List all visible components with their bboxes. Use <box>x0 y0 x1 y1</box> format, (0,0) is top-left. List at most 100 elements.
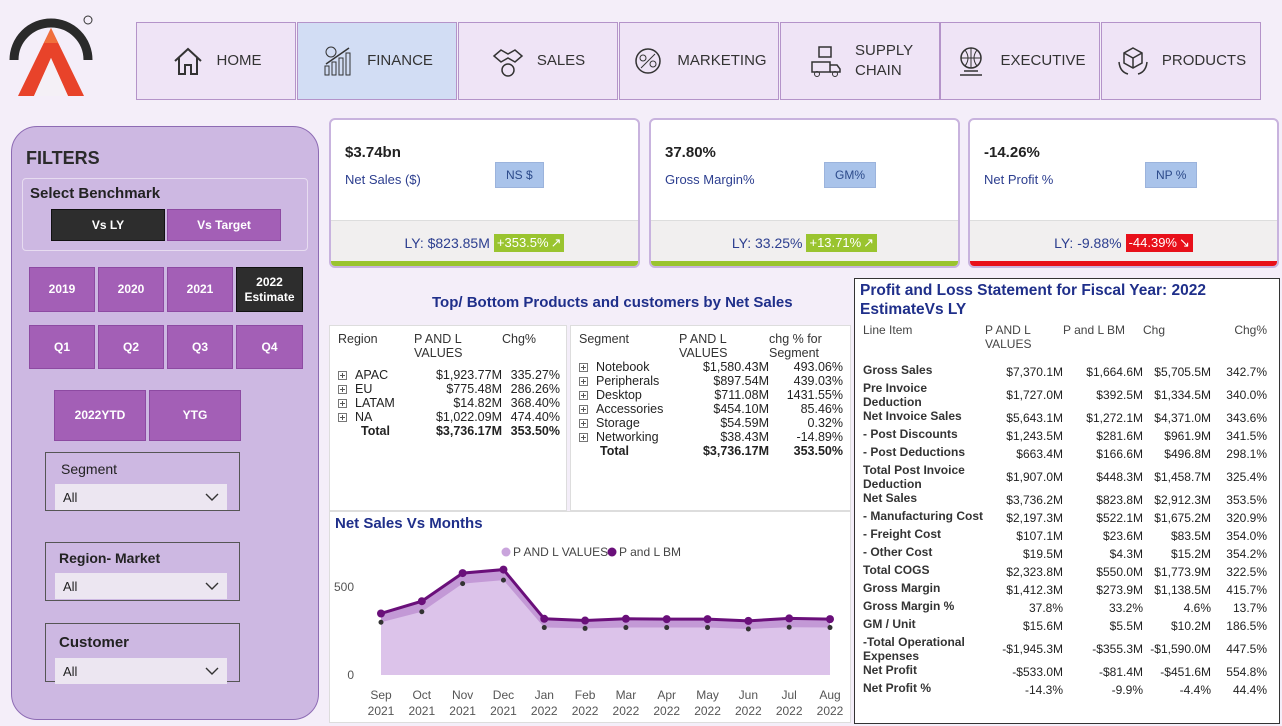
pl-value: -4.4% <box>1179 683 1211 697</box>
pl-value: -$1,945.3M <box>1002 642 1063 656</box>
pl-value: $2,197.3M <box>1006 511 1063 525</box>
nav-marketing-button[interactable]: MARKETING <box>619 22 779 100</box>
table-row[interactable]: NA $1,022.09M 474.40% <box>338 410 560 424</box>
pl-value: $1,458.7M <box>1154 470 1211 484</box>
year-2021-button[interactable]: 2021 <box>167 267 233 312</box>
column-header[interactable]: Chg% <box>1211 323 1267 363</box>
table-row[interactable]: APAC $1,923.77M 335.27% <box>338 368 560 382</box>
pl-row[interactable]: Gross Margin $1,412.3M $273.9M $1,138.5M 415… <box>863 581 1267 599</box>
pl-row[interactable]: - Post Discounts $1,243.5M $281.6M $961.9M 3… <box>863 427 1267 445</box>
nav-executive-button[interactable]: EXECUTIVE <box>940 22 1100 100</box>
quarter-q1-button[interactable]: Q1 <box>29 325 95 369</box>
pl-value: 354.0% <box>1226 529 1267 543</box>
pl-row[interactable]: Net Profit -$533.0M -$81.4M -$451.6M 554.8% <box>863 663 1267 681</box>
segment-table: Segment P AND L VALUES chg % for Segment… <box>570 325 851 511</box>
pl-value: $448.3M <box>1096 470 1143 484</box>
kpi-status-bar <box>651 261 958 266</box>
table-row[interactable]: EU $775.48M 286.26% <box>338 382 560 396</box>
x-tick-label: 2022 <box>531 704 558 718</box>
kpi-ly-value: LY: -9.88% <box>1054 234 1122 251</box>
table-row[interactable]: LATAM $14.82M 368.40% <box>338 396 560 410</box>
pl-line-item: - Manufacturing Cost <box>863 509 983 523</box>
year-2020-button[interactable]: 2020 <box>98 267 164 312</box>
nav-label: HOME <box>216 52 262 69</box>
pl-value: 298.1% <box>1226 447 1267 461</box>
quarter-q2-button[interactable]: Q2 <box>98 325 164 369</box>
vs-ly-button[interactable]: Vs LY <box>51 209 165 241</box>
nav-home-button[interactable]: HOME <box>136 22 296 100</box>
nav-supply-chain-button[interactable]: SUPPLY CHAIN <box>780 22 940 100</box>
pl-row[interactable]: - Manufacturing Cost $2,197.3M $522.1M $1,6… <box>863 509 1267 527</box>
pl-row[interactable]: - Post Deductions $663.4M $166.6M $496.8M 29… <box>863 445 1267 463</box>
nav-label: PRODUCTS <box>1161 52 1247 69</box>
column-header[interactable]: Region <box>338 332 414 360</box>
quarter-q3-button[interactable]: Q3 <box>167 325 233 369</box>
pl-row[interactable]: Total Post Invoice Deduction $1,907.0M $44… <box>863 463 1267 491</box>
kpi-badge[interactable]: NS $ <box>495 162 544 188</box>
nav-sales-button[interactable]: SALES <box>458 22 618 100</box>
quarter-q4-button[interactable]: Q4 <box>236 325 303 369</box>
kpi-card-net-sales: $3.74bn Net Sales ($) NS $ LY: $823.85M … <box>329 118 640 268</box>
column-header[interactable]: Segment <box>579 332 679 360</box>
kpi-badge[interactable]: NP % <box>1145 162 1198 188</box>
pl-row[interactable]: Net Invoice Sales $5,643.1M $1,272.1M $4,37… <box>863 409 1267 427</box>
pl-value: $961.9M <box>1164 429 1211 443</box>
pl-row[interactable]: Net Sales $3,736.2M $823.8M $2,912.3M 353.5% <box>863 491 1267 509</box>
period-ytg-button[interactable]: YTG <box>149 390 241 441</box>
total-row: Total $3,736.17M 353.50% <box>600 444 843 458</box>
pl-value: $522.1M <box>1096 511 1143 525</box>
pl-row[interactable]: Pre Invoice Deduction $1,727.0M $392.5M $1,… <box>863 381 1267 409</box>
pl-row[interactable]: Gross Margin % 37.8% 33.2% 4.6% 13.7% <box>863 599 1267 617</box>
period-ytd-button[interactable]: 2022YTD <box>54 390 146 441</box>
pl-row[interactable]: Net Profit % -14.3% -9.9% -4.4% 44.4% <box>863 681 1267 699</box>
table-row[interactable]: Storage $54.59M 0.32% <box>579 416 843 430</box>
region-market-dropdown-value: All <box>63 578 78 594</box>
pl-value: $823.8M <box>1096 493 1143 507</box>
x-tick-label: Nov <box>452 688 473 702</box>
segment-dropdown[interactable]: All <box>55 484 227 510</box>
pl-value: $10.2M <box>1170 619 1211 633</box>
column-header[interactable]: Line Item <box>863 323 985 363</box>
data-point-pl-values <box>419 609 425 615</box>
pl-row[interactable]: - Freight Cost $107.1M $23.6M $83.5M 354.0% <box>863 527 1267 545</box>
data-point-pl-values <box>664 625 670 631</box>
table-row[interactable]: Accessories $454.10M 85.46% <box>579 402 843 416</box>
pl-row[interactable]: - Other Cost $19.5M $4.3M $15.2M 354.2% <box>863 545 1267 563</box>
pl-row[interactable]: -Total Operational Expenses -$1,945.3M -$3… <box>863 635 1267 663</box>
pl-value: 325.4% <box>1226 470 1267 484</box>
y-tick-label: 500 <box>334 580 354 594</box>
table-row[interactable]: Notebook $1,580.43M 493.06% <box>579 360 843 374</box>
year-2022-estimate-button[interactable]: 2022 Estimate <box>236 267 303 312</box>
expand-icon <box>579 391 588 400</box>
nav-products-button[interactable]: PRODUCTS <box>1101 22 1261 100</box>
data-point-pl-values <box>582 625 588 631</box>
data-point-pl-values <box>745 626 751 632</box>
column-header[interactable]: Chg <box>1143 323 1211 363</box>
pl-row[interactable]: Gross Sales $7,370.1M $1,664.6M $5,705.5M 34… <box>863 363 1267 381</box>
x-tick-label: Mar <box>616 688 637 702</box>
column-header[interactable]: P AND L VALUES <box>679 332 769 360</box>
pl-row[interactable]: GM / Unit $15.6M $5.5M $10.2M 186.5% <box>863 617 1267 635</box>
column-header[interactable]: chg % for Segment <box>769 332 843 360</box>
customer-dropdown[interactable]: All <box>55 658 227 684</box>
table-row[interactable]: Peripherals $897.54M 439.03% <box>579 374 843 388</box>
legend-label: P and L BM <box>619 545 681 559</box>
table-row[interactable]: Networking $38.43M -14.89% <box>579 430 843 444</box>
pl-value: -$533.0M <box>1012 665 1063 679</box>
year-2019-button[interactable]: 2019 <box>29 267 95 312</box>
kpi-badge[interactable]: GM% <box>824 162 876 188</box>
column-header[interactable]: P and L BM <box>1063 323 1143 363</box>
column-header[interactable]: P AND L VALUES <box>985 323 1063 363</box>
table-row[interactable]: Desktop $711.08M 1431.55% <box>579 388 843 402</box>
pl-row[interactable]: Total COGS $2,323.8M $550.0M $1,773.9M 322.5… <box>863 563 1267 581</box>
executive-icon <box>960 47 983 76</box>
x-tick-label: 2022 <box>613 704 640 718</box>
region-market-dropdown[interactable]: All <box>55 573 227 599</box>
region-market-filter-label: Region- Market <box>59 550 161 566</box>
column-header[interactable]: Chg% <box>502 332 560 360</box>
nav-finance-button[interactable]: FINANCE <box>297 22 457 100</box>
vs-target-button[interactable]: Vs Target <box>167 209 281 241</box>
pl-line-item: Gross Margin % <box>863 599 955 613</box>
column-header[interactable]: P AND L VALUES <box>414 332 502 360</box>
data-point-pl-values <box>500 577 506 583</box>
